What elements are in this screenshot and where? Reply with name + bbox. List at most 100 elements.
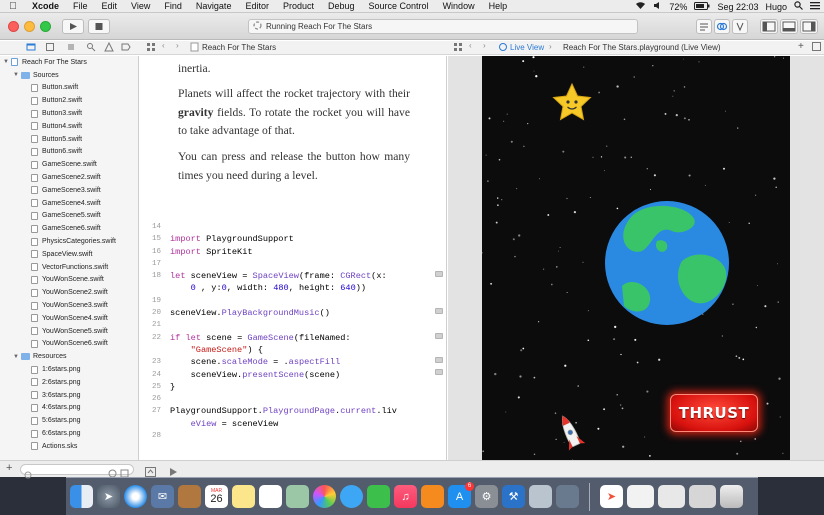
safari-icon[interactable] [124, 485, 147, 508]
user-name[interactable]: Hugo [765, 2, 787, 12]
add-file-icon[interactable]: + [6, 462, 12, 474]
nav-file-row[interactable]: GameScene.swift [0, 158, 138, 171]
result-marker-icon[interactable] [435, 369, 443, 375]
nav-project-row[interactable]: ▼ Reach For The Stars [0, 56, 138, 69]
jump-bar-live-view[interactable]: Live View [510, 43, 544, 52]
minimize-window-button[interactable] [24, 21, 35, 32]
folder-stack-icon[interactable] [689, 485, 716, 508]
result-marker-icon[interactable] [435, 333, 443, 339]
nav-file-row[interactable]: GameScene5.swift [0, 210, 138, 223]
menu-editor[interactable]: Editor [245, 1, 269, 11]
maps-icon[interactable] [286, 485, 309, 508]
apple-menu-icon[interactable]:  [6, 1, 20, 12]
menu-view[interactable]: View [131, 1, 150, 11]
battery-icon[interactable] [694, 1, 710, 12]
notification-center-icon[interactable] [810, 1, 820, 12]
finder-icon[interactable] [70, 485, 93, 508]
menu-source-control[interactable]: Source Control [369, 1, 429, 11]
nav-file-row[interactable]: YouWonScene4.swift [0, 312, 138, 325]
add-editor-icon[interactable]: + [798, 41, 804, 52]
menu-edit[interactable]: Edit [102, 1, 118, 11]
toggle-navigator-button[interactable] [760, 19, 778, 34]
app-store-icon[interactable]: A 6 [448, 482, 474, 508]
nav-file-row[interactable]: PhysicsCategories.swift [0, 235, 138, 248]
reminders-icon[interactable] [259, 485, 282, 508]
menu-find[interactable]: Find [164, 1, 182, 11]
preview-icon[interactable] [529, 485, 552, 508]
stop-button[interactable] [88, 19, 110, 34]
volume-icon[interactable] [653, 1, 662, 12]
navigator-filter-field[interactable] [20, 464, 134, 479]
back-right-chevron-icon[interactable]: ‹ [469, 41, 472, 50]
menu-debug[interactable]: Debug [328, 1, 355, 11]
xcode-icon[interactable]: ⚒ [502, 485, 525, 508]
thrust-button[interactable]: THRUST [670, 394, 758, 432]
result-marker-icon[interactable] [435, 308, 443, 314]
nav-file-row[interactable]: 2:6stars.png [0, 376, 138, 389]
result-marker-icon[interactable] [435, 271, 443, 277]
nav-file-row[interactable]: Button.swift [0, 82, 138, 95]
launchpad-icon[interactable]: ➤ [97, 485, 120, 508]
nav-file-row[interactable]: Button6.swift [0, 146, 138, 159]
clock[interactable]: Seg 22:03 [717, 2, 758, 12]
toggle-debug-area-button[interactable] [780, 19, 798, 34]
nav-file-row[interactable]: Button3.swift [0, 107, 138, 120]
terminal-icon[interactable] [556, 485, 579, 508]
nav-file-row[interactable]: YouWonScene3.swift [0, 299, 138, 312]
menu-window[interactable]: Window [443, 1, 475, 11]
nav-file-row[interactable]: YouWonScene2.swift [0, 286, 138, 299]
nav-file-row[interactable]: Actions.sks [0, 440, 138, 453]
system-preferences-icon[interactable]: ⚙ [475, 485, 498, 508]
nav-file-row[interactable]: 5:6stars.png [0, 414, 138, 427]
nav-file-row[interactable]: VectorFunctions.swift [0, 261, 138, 274]
assistant-editor-button[interactable] [714, 19, 730, 34]
source-editor[interactable]: inertia. Planets will affect the rocket … [140, 56, 447, 460]
contacts-icon[interactable] [178, 485, 201, 508]
nav-file-row[interactable]: YouWonScene.swift [0, 274, 138, 287]
menu-help[interactable]: Help [489, 1, 508, 11]
nav-file-row[interactable]: 3:6stars.png [0, 389, 138, 402]
wifi-icon[interactable] [635, 1, 646, 12]
back-chevron-icon[interactable]: ‹ [162, 41, 165, 50]
toggle-utilities-button[interactable] [800, 19, 818, 34]
close-editor-icon[interactable] [812, 42, 821, 53]
disclosure-triangle-icon[interactable]: ▼ [13, 72, 21, 78]
music-icon[interactable]: ♫ [394, 485, 417, 508]
calendar-icon[interactable]: MAR 26 [205, 485, 228, 508]
jump-bar-left-file[interactable]: Reach For The Stars [202, 43, 276, 52]
facetime-icon[interactable] [367, 485, 390, 508]
disclosure-triangle-icon[interactable]: ▼ [3, 59, 11, 65]
related-items-icon[interactable] [146, 42, 156, 54]
issue-navigator-icon[interactable] [104, 41, 114, 54]
disclosure-triangle-icon[interactable]: ▼ [13, 354, 21, 360]
nav-group-sources[interactable]: ▼ Sources [0, 69, 138, 82]
books-icon[interactable] [421, 485, 444, 508]
result-marker-icon[interactable] [435, 357, 443, 363]
notes-icon[interactable] [232, 485, 255, 508]
messages-icon[interactable] [340, 485, 363, 508]
swift-playgrounds-icon[interactable]: ➤ [600, 485, 623, 508]
related-items-right-icon[interactable] [453, 42, 463, 54]
breakpoint-navigator-icon[interactable] [121, 42, 131, 54]
source-control-navigator-icon[interactable] [45, 42, 55, 54]
nav-file-row[interactable]: 6:6stars.png [0, 427, 138, 440]
nav-file-row[interactable]: 1:6stars.png [0, 363, 138, 376]
mail-icon[interactable]: ✉ [151, 485, 174, 508]
nav-group-resources[interactable]: ▼ Resources [0, 350, 138, 363]
symbol-navigator-icon[interactable] [66, 42, 76, 54]
nav-file-row[interactable]: Button5.swift [0, 133, 138, 146]
zoom-window-button[interactable] [40, 21, 51, 32]
nav-file-row[interactable]: SpaceView.swift [0, 248, 138, 261]
spotlight-icon[interactable] [794, 1, 803, 12]
menu-product[interactable]: Product [283, 1, 314, 11]
photos-icon[interactable] [313, 485, 336, 508]
close-window-button[interactable] [8, 21, 19, 32]
nav-file-row[interactable]: 4:6stars.png [0, 402, 138, 415]
project-navigator-icon[interactable] [26, 42, 36, 54]
nav-file-row[interactable]: GameScene6.swift [0, 222, 138, 235]
nav-file-row[interactable]: YouWonScene6.swift [0, 338, 138, 351]
nav-file-row[interactable]: GameScene3.swift [0, 184, 138, 197]
code-area[interactable]: 14 15 import PlaygroundSupport 16 import S… [140, 221, 440, 442]
downloads-stack-icon[interactable] [658, 485, 685, 508]
game-scene[interactable]: THRUST [482, 56, 790, 460]
